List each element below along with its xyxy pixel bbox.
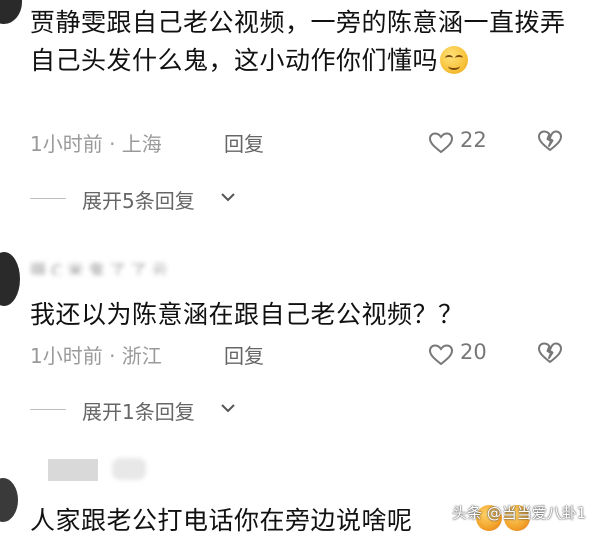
laughing-face-emoji-icon [440,46,469,74]
chevron-down-icon [221,404,235,413]
comment-feed: 贾静雯跟自己老公视频，一旁的陈意涵一直拨弄自己头发什么鬼，这小动作你们懂吗 1小… [0,0,600,535]
comment-time-location: 1小时前 · 上海 [30,132,162,156]
like-count: 22 [460,128,487,152]
comment-author-blurred: 摄 C 米 鬼 了 了 云 [30,261,168,275]
divider [30,198,66,199]
avatar[interactable] [0,478,18,522]
heart-outline-icon [428,344,454,366]
comment-body: 人家跟老公打电话你在旁边说啥呢 [30,506,413,535]
expand-replies-label: 展开1条回复 [82,400,195,424]
comment-body: 贾静雯跟自己老公视频，一旁的陈意涵一直拨弄自己头发什么鬼，这小动作你们懂吗 [30,8,566,75]
watermark: 头条 @当当爱八卦1 [452,504,587,522]
broken-heart-icon[interactable] [537,341,563,365]
comment-body: 我还以为陈意涵在跟自己老公视频？？ [30,300,464,329]
expand-replies-label: 展开5条回复 [82,189,195,213]
comment-text: 人家跟老公打电话你在旁边说啥呢 [30,502,460,535]
chevron-down-icon [221,193,235,202]
reply-button[interactable]: 回复 [224,340,264,369]
heart-outline-icon [428,132,454,154]
comment-text: 我还以为陈意涵在跟自己老公视频？？ [30,296,570,334]
censored-username [48,459,98,481]
comment-time-location: 1小时前 · 浙江 [30,344,162,368]
avatar[interactable] [0,252,20,306]
comment-text: 贾静雯跟自己老公视频，一旁的陈意涵一直拨弄自己头发什么鬼，这小动作你们懂吗 [30,4,570,80]
like-count: 20 [460,340,487,364]
reply-button[interactable]: 回复 [224,128,264,157]
censored-badge [112,458,146,480]
avatar[interactable] [0,0,22,24]
broken-heart-icon[interactable] [537,129,563,153]
divider [30,409,66,410]
